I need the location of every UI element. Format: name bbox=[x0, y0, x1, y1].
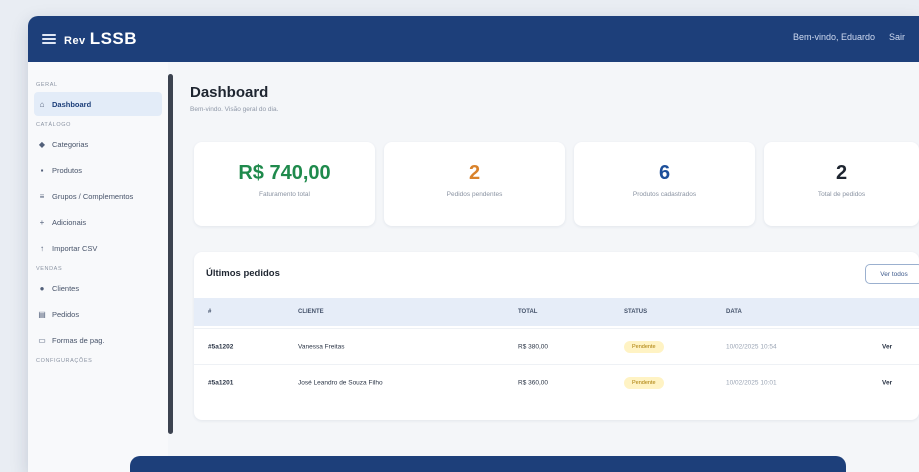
home-icon: ⌂ bbox=[39, 99, 45, 109]
order-id: #5a1202 bbox=[208, 343, 234, 350]
card-icon: ▭ bbox=[38, 335, 46, 345]
sidebar-section-settings: CONFIGURAÇÕES bbox=[28, 358, 168, 364]
menu-icon[interactable] bbox=[42, 34, 56, 44]
bottom-banner bbox=[130, 456, 846, 472]
sidebar-item-label: Clientes bbox=[52, 283, 80, 293]
brand-prefix: Rev bbox=[64, 35, 86, 47]
order-client: José Leandro de Souza Filho bbox=[298, 379, 383, 386]
sidebar-item-label: Produtos bbox=[52, 165, 83, 175]
view-order-link[interactable]: Ver bbox=[882, 379, 892, 386]
column-header: CLIENTE bbox=[298, 309, 324, 315]
user-greeting: Bem-vindo, Eduardo bbox=[792, 32, 875, 42]
stat-value: 6 bbox=[658, 162, 671, 184]
order-status-cell: Pendente bbox=[624, 340, 664, 353]
sidebar-item-payment-methods[interactable]: ▭ Formas de pag. bbox=[34, 328, 162, 352]
table-row: #5a1202 Vanessa Freitas R$ 380,00 Penden… bbox=[194, 328, 919, 364]
page-subtitle: Bem-vindo. Visão geral do dia. bbox=[190, 106, 279, 113]
column-header: TOTAL bbox=[518, 309, 538, 315]
order-total: R$ 380,00 bbox=[518, 343, 548, 350]
sidebar-item-import-csv[interactable]: ↑ Importar CSV bbox=[34, 236, 162, 260]
box-icon: ▪ bbox=[40, 165, 44, 175]
sidebar-item-label: Categorias bbox=[52, 139, 89, 149]
logout-link[interactable]: Sair bbox=[889, 32, 905, 42]
sidebar-section-sales: VENDAS ● Clientes ▤ Pedidos ▭ Formas de … bbox=[28, 266, 168, 352]
sidebar-item-label: Formas de pag. bbox=[52, 335, 105, 345]
view-all-button[interactable]: Ver todos bbox=[865, 264, 919, 284]
user-area: Bem-vindo, Eduardo Sair bbox=[793, 32, 905, 42]
tag-icon: ◆ bbox=[38, 139, 46, 149]
order-total: R$ 360,00 bbox=[518, 379, 548, 386]
column-header: STATUS bbox=[624, 309, 648, 315]
status-badge: Pendente bbox=[624, 376, 664, 389]
sidebar-item-label: Grupos / Complementos bbox=[52, 191, 134, 201]
sidebar-section-label: CATÁLOGO bbox=[36, 122, 71, 128]
stat-label: Pedidos pendentes bbox=[446, 191, 503, 198]
sidebar-item-addons[interactable]: + Adicionais bbox=[34, 210, 162, 234]
stat-value: 2 bbox=[468, 162, 481, 184]
table-row: #5a1201 José Leandro de Souza Filho R$ 3… bbox=[194, 364, 919, 400]
panel-title: Últimos pedidos bbox=[206, 268, 280, 279]
sidebar-section-general: GERAL ⌂ Dashboard bbox=[28, 82, 168, 116]
stat-label: Faturamento total bbox=[259, 191, 310, 198]
app-window: Rev LSSB Bem-vindo, Eduardo Sair GERAL ⌂… bbox=[28, 16, 919, 472]
sidebar-item-clients[interactable]: ● Clientes bbox=[34, 276, 162, 300]
sidebar-item-products[interactable]: ▪ Produtos bbox=[34, 158, 162, 182]
plus-icon: + bbox=[39, 217, 45, 227]
column-header: DATA bbox=[726, 309, 742, 315]
stat-card-products: 6 Produtos cadastrados bbox=[574, 142, 755, 226]
sidebar: GERAL ⌂ Dashboard CATÁLOGO ◆ Categorias … bbox=[28, 62, 168, 472]
receipt-icon: ▤ bbox=[38, 309, 46, 319]
order-id: #5a1201 bbox=[208, 379, 234, 386]
stat-label: Produtos cadastrados bbox=[632, 191, 697, 198]
order-date: 10/02/2025 10:01 bbox=[726, 379, 777, 386]
view-order-link[interactable]: Ver bbox=[882, 343, 892, 350]
stat-card-total-orders: 2 Total de pedidos bbox=[764, 142, 919, 226]
sidebar-item-categories[interactable]: ◆ Categorias bbox=[34, 132, 162, 156]
sidebar-item-groups[interactable]: ≡ Grupos / Complementos bbox=[34, 184, 162, 208]
main-content: Dashboard Bem-vindo. Visão geral do dia.… bbox=[188, 62, 919, 472]
order-status-cell: Pendente bbox=[624, 376, 664, 389]
sidebar-item-label: Importar CSV bbox=[52, 243, 98, 253]
upload-icon: ↑ bbox=[40, 243, 44, 253]
sidebar-item-label: Dashboard bbox=[52, 99, 92, 109]
stat-value: R$ 740,00 bbox=[238, 162, 331, 184]
column-header: # bbox=[208, 309, 212, 315]
brand-logo[interactable]: Rev LSSB bbox=[64, 29, 137, 49]
users-icon: ● bbox=[39, 283, 45, 293]
sidebar-scrollbar[interactable] bbox=[168, 74, 173, 434]
brand-name: LSSB bbox=[89, 29, 138, 48]
status-badge: Pendente bbox=[624, 340, 664, 353]
sidebar-item-dashboard[interactable]: ⌂ Dashboard bbox=[34, 92, 162, 116]
sidebar-item-label: Pedidos bbox=[52, 309, 80, 319]
stat-card-revenue: R$ 740,00 Faturamento total bbox=[194, 142, 375, 226]
top-bar: Rev LSSB Bem-vindo, Eduardo Sair bbox=[28, 16, 919, 62]
layers-icon: ≡ bbox=[39, 191, 45, 201]
stat-label: Total de pedidos bbox=[817, 191, 866, 198]
sidebar-item-orders[interactable]: ▤ Pedidos bbox=[34, 302, 162, 326]
table-header: # CLIENTE TOTAL STATUS DATA bbox=[194, 298, 919, 326]
stat-card-pending-orders: 2 Pedidos pendentes bbox=[384, 142, 565, 226]
recent-orders-panel: Últimos pedidos Ver todos # CLIENTE TOTA… bbox=[194, 252, 919, 420]
sidebar-item-label: Adicionais bbox=[52, 217, 87, 227]
order-client: Vanessa Freitas bbox=[298, 343, 345, 350]
sidebar-section-catalog: CATÁLOGO ◆ Categorias ▪ Produtos ≡ Grupo… bbox=[28, 122, 168, 260]
sidebar-section-label: VENDAS bbox=[36, 266, 63, 272]
sidebar-section-label: CONFIGURAÇÕES bbox=[36, 358, 93, 364]
page-title: Dashboard bbox=[190, 84, 269, 101]
sidebar-section-label: GERAL bbox=[36, 82, 58, 88]
order-date: 10/02/2025 10:54 bbox=[726, 343, 777, 350]
stat-value: 2 bbox=[835, 162, 848, 184]
